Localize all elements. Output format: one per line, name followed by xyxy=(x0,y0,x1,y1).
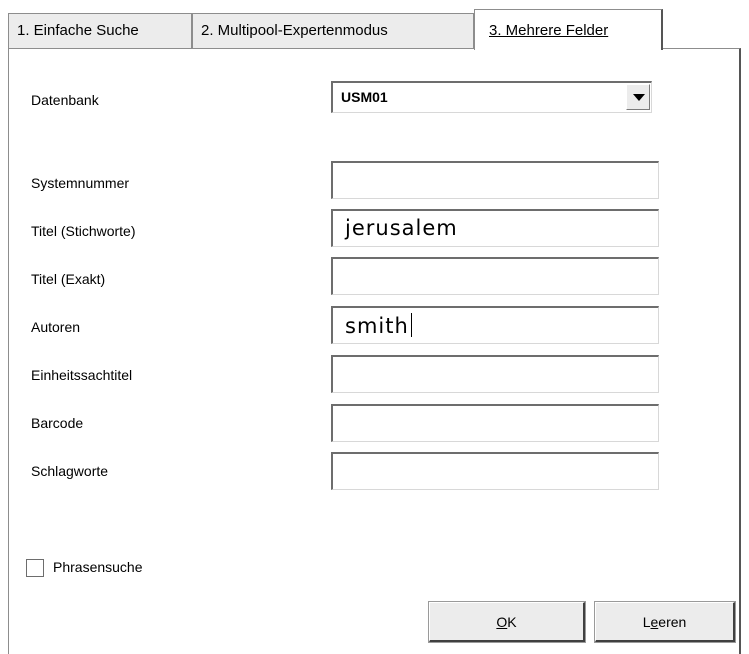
phrasensuche-checkbox[interactable] xyxy=(26,559,44,577)
barcode-label: Barcode xyxy=(31,415,84,431)
einheitssachtitel-label: Einheitssachtitel xyxy=(31,367,133,383)
database-select-value: USM01 xyxy=(341,89,388,105)
ok-mnemonic: O xyxy=(496,614,508,630)
ok-button[interactable]: OK xyxy=(429,602,585,642)
titel-exakt-input[interactable] xyxy=(331,257,659,295)
leeren-label-rest: eren xyxy=(658,614,687,630)
autoren-label: Autoren xyxy=(31,319,81,335)
autoren-input-value: smith xyxy=(345,314,409,338)
titel-stichworte-input[interactable]: jerusalem xyxy=(331,209,659,247)
database-select[interactable]: USM01 xyxy=(331,81,652,113)
text-caret xyxy=(410,313,412,337)
schlagworte-input[interactable] xyxy=(331,452,659,490)
schlagworte-label: Schlagworte xyxy=(31,463,109,479)
einheitssachtitel-input[interactable] xyxy=(331,355,659,393)
titel-stichworte-label: Titel (Stichworte) xyxy=(31,223,136,239)
ok-label-rest: K xyxy=(507,614,517,630)
phrasensuche-label: Phrasensuche xyxy=(53,559,143,575)
titel-exakt-label: Titel (Exakt) xyxy=(31,271,106,287)
database-dropdown-button[interactable] xyxy=(626,84,650,110)
database-label: Datenbank xyxy=(31,92,99,108)
systemnummer-label: Systemnummer xyxy=(31,175,130,191)
tab-strip: 1. Einfache Suche 2. Multipool-Expertenm… xyxy=(8,9,741,50)
chevron-down-icon xyxy=(633,94,645,101)
systemnummer-input[interactable] xyxy=(331,161,659,199)
barcode-input[interactable] xyxy=(331,404,659,442)
leeren-button[interactable]: Leeren xyxy=(595,602,735,642)
tab-multipool-expertenmodus[interactable]: 2. Multipool-Expertenmodus xyxy=(192,13,474,49)
tab-mehrere-felder[interactable]: 3. Mehrere Felder xyxy=(474,9,663,50)
tab-einfache-suche[interactable]: 1. Einfache Suche xyxy=(8,13,192,49)
autoren-input[interactable]: smith xyxy=(331,306,659,344)
